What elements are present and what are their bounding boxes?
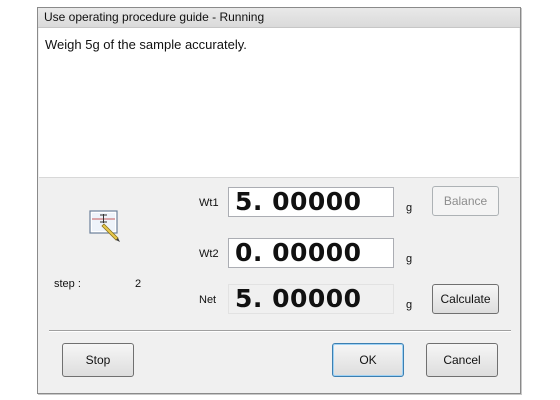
wt2-field[interactable]: 0. 00000 bbox=[228, 238, 394, 268]
calculate-button[interactable]: Calculate bbox=[432, 284, 499, 314]
stop-button[interactable]: Stop bbox=[62, 343, 134, 377]
net-field: 5. 00000 bbox=[228, 284, 394, 314]
ok-button[interactable]: OK bbox=[332, 343, 404, 377]
wt2-label: Wt2 bbox=[199, 248, 219, 260]
balance-pen-icon bbox=[87, 208, 125, 244]
wt1-label: Wt1 bbox=[199, 197, 219, 209]
instruction-text: Weigh 5g of the sample accurately. bbox=[45, 37, 247, 52]
window-title: Use operating procedure guide - Running bbox=[44, 10, 265, 24]
net-label: Net bbox=[199, 294, 217, 306]
wt2-unit: g bbox=[406, 253, 413, 265]
cancel-button[interactable]: Cancel bbox=[426, 343, 498, 377]
wt1-field[interactable]: 5. 00000 bbox=[228, 187, 394, 217]
divider bbox=[49, 330, 511, 332]
wt1-unit: g bbox=[406, 202, 413, 214]
title-bar: Use operating procedure guide - Running bbox=[38, 8, 520, 28]
balance-button[interactable]: Balance bbox=[432, 186, 499, 216]
net-unit: g bbox=[406, 299, 413, 311]
procedure-guide-dialog: Use operating procedure guide - Running … bbox=[37, 7, 521, 394]
step-value: 2 bbox=[135, 278, 142, 290]
instruction-panel: Weigh 5g of the sample accurately. bbox=[39, 28, 519, 178]
step-label: step : bbox=[54, 278, 81, 290]
